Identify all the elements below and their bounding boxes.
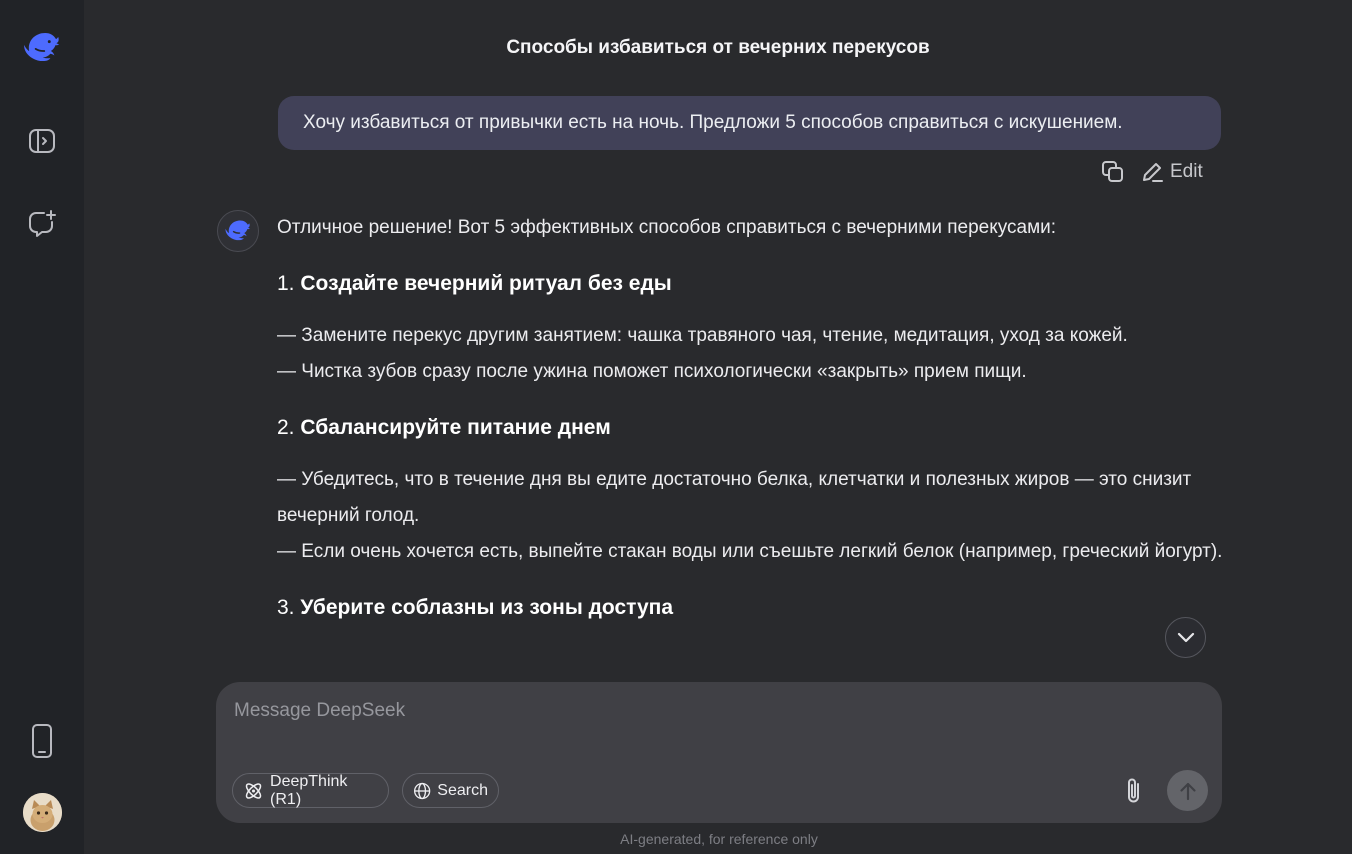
composer: DeepThink (R1) Search bbox=[216, 682, 1222, 823]
chevron-down-icon bbox=[1177, 632, 1194, 642]
app-window: Способы избавиться от вечерних перекусов… bbox=[0, 0, 1352, 854]
section-body: — Замените перекус другим занятием: чашк… bbox=[277, 318, 1227, 390]
globe-icon bbox=[413, 782, 431, 799]
page-title: Способы избавиться от вечерних перекусов bbox=[506, 37, 930, 58]
phone-icon[interactable] bbox=[22, 721, 62, 761]
edit-label: Edit bbox=[1170, 161, 1203, 182]
assistant-avatar-icon bbox=[217, 210, 259, 252]
deepthink-label: DeepThink (R1) bbox=[270, 772, 348, 808]
edit-button[interactable]: Edit bbox=[1140, 160, 1203, 184]
pencil-icon bbox=[1143, 163, 1163, 182]
assistant-message: Отличное решение! Вот 5 эффективных спос… bbox=[277, 210, 1227, 676]
user-message: Хочу избавиться от привычки есть на ночь… bbox=[278, 96, 1221, 150]
attach-button[interactable] bbox=[1120, 775, 1148, 807]
disclaimer: AI-generated, for reference only bbox=[620, 831, 818, 847]
new-chat-icon[interactable] bbox=[22, 204, 62, 244]
list-item: — Чистка зубов сразу после ужина поможет… bbox=[277, 361, 1027, 382]
arrow-up-icon bbox=[1179, 782, 1196, 800]
list-item: — Замените перекус другим занятием: чашк… bbox=[277, 325, 1128, 346]
search-label: Search bbox=[437, 781, 488, 799]
message-actions: Edit bbox=[1100, 158, 1203, 186]
scroll-to-bottom-button[interactable] bbox=[1165, 617, 1206, 658]
list-item: — Если очень хочется есть, выпейте стака… bbox=[277, 541, 1223, 562]
list-item: — Убедитесь, что в течение дня вы едите … bbox=[277, 469, 1192, 526]
avatar[interactable] bbox=[23, 793, 62, 832]
sidebar bbox=[0, 0, 84, 854]
deepseek-logo-icon[interactable] bbox=[22, 28, 62, 68]
section-body: — Убедитесь, что в течение дня вы едите … bbox=[277, 462, 1227, 570]
copy-icon bbox=[1102, 161, 1123, 182]
section-heading: 2. Сбалансируйте питание днем bbox=[277, 416, 611, 439]
answer-intro: Отличное решение! Вот 5 эффективных спос… bbox=[277, 217, 1057, 238]
section-heading: 3. Уберите соблазны из зоны доступа bbox=[277, 596, 673, 619]
message-input[interactable] bbox=[234, 700, 1194, 750]
deepthink-toggle[interactable]: DeepThink (R1) bbox=[232, 773, 389, 808]
sidebar-open-icon[interactable] bbox=[22, 121, 62, 161]
send-button[interactable] bbox=[1167, 770, 1208, 811]
search-toggle[interactable]: Search bbox=[402, 773, 499, 808]
section-heading: 1. Создайте вечерний ритуал без еды bbox=[277, 272, 672, 295]
paperclip-icon bbox=[1128, 778, 1139, 803]
atom-icon bbox=[245, 782, 262, 799]
copy-button[interactable] bbox=[1100, 159, 1126, 185]
